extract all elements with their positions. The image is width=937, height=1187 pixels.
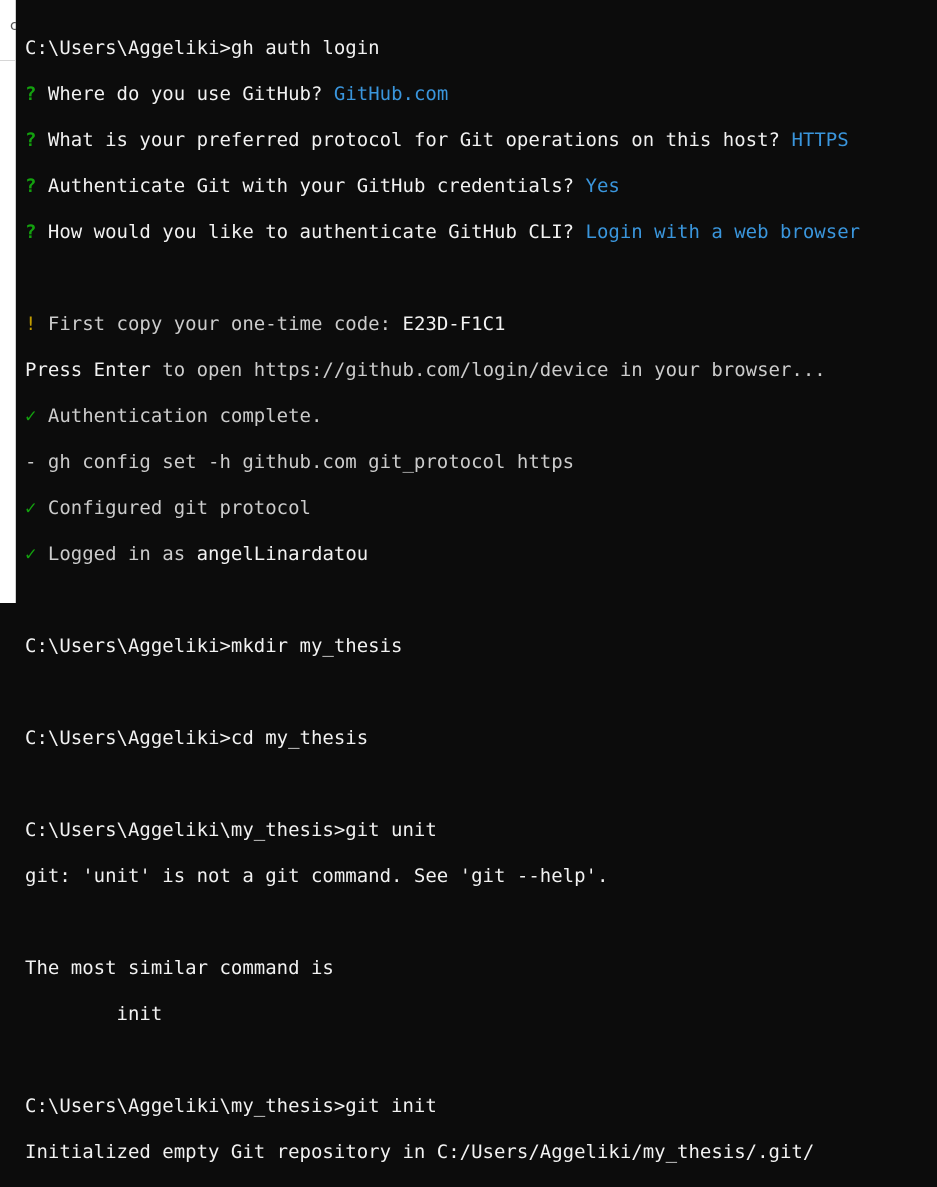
terminal-output[interactable]: C:\Users\Aggeliki>gh auth login ? Where …	[16, 0, 937, 1163]
terminal-line: ? What is your preferred protocol for Gi…	[25, 129, 937, 152]
one-time-code-label: First copy your one-time code:	[36, 313, 403, 335]
answer-text: HTTPS	[791, 129, 849, 151]
terminal-line: ✓ Configured git protocol	[25, 497, 937, 520]
terminal-line: ✓ Logged in as angelLinardatou	[25, 543, 937, 566]
question-mark-icon: ?	[25, 221, 37, 243]
terminal-line: ? How would you like to authenticate Git…	[25, 221, 937, 244]
suggested-command: init	[25, 1003, 163, 1025]
username: angelLinardatou	[196, 543, 369, 565]
checkmark-icon: ✓	[25, 543, 37, 565]
status-text: Logged in as	[36, 543, 197, 565]
error-text: git: 'unit' is not a git command. See 'g…	[25, 865, 609, 887]
question-text: How would you like to authenticate GitHu…	[36, 221, 586, 243]
status-text: Configured git protocol	[36, 497, 311, 519]
question-mark-icon: ?	[25, 175, 37, 197]
terminal-line: C:\Users\Aggeliki>mkdir my_thesis	[25, 635, 937, 658]
question-text: Authenticate Git with your GitHub creden…	[36, 175, 586, 197]
terminal-line: ? Where do you use GitHub? GitHub.com	[25, 83, 937, 106]
command-prompt: C:\Users\Aggeliki>mkdir my_thesis	[25, 635, 403, 657]
terminal-line: ✓ Authentication complete.	[25, 405, 937, 428]
terminal-line: C:\Users\Aggeliki\my_thesis>git unit	[25, 819, 937, 842]
question-text: What is your preferred protocol for Git …	[36, 129, 792, 151]
question-mark-icon: ?	[25, 129, 37, 151]
terminal-line: Initialized empty Git repository in C:/U…	[25, 1141, 937, 1164]
terminal-line: The most similar command is	[25, 957, 937, 980]
config-text: - gh config set -h github.com git_protoc…	[25, 451, 575, 473]
checkmark-icon: ✓	[25, 497, 37, 519]
output-text: Initialized empty Git repository in C:/U…	[25, 1141, 815, 1163]
command-prompt: C:\Users\Aggeliki\my_thesis>git init	[25, 1095, 437, 1117]
question-text: Where do you use GitHub?	[36, 83, 334, 105]
exclamation-icon: !	[25, 313, 37, 335]
background-window-fragment: c	[0, 0, 18, 61]
answer-text: Yes	[585, 175, 620, 197]
terminal-line: C:\Users\Aggeliki\my_thesis>git init	[25, 1095, 937, 1118]
question-mark-icon: ?	[25, 83, 37, 105]
suggestion-text: The most similar command is	[25, 957, 334, 979]
press-enter-text: Press Enter	[25, 359, 151, 381]
background-window-edge: c	[0, 0, 18, 603]
one-time-code: E23D-F1C1	[402, 313, 506, 335]
answer-text: Login with a web browser	[585, 221, 861, 243]
command-prompt: C:\Users\Aggeliki>gh auth login	[25, 37, 380, 59]
terminal-line: init	[25, 1003, 937, 1026]
terminal-line: ? Authenticate Git with your GitHub cred…	[25, 175, 937, 198]
status-text: Authentication complete.	[36, 405, 323, 427]
terminal-line: git: 'unit' is not a git command. See 'g…	[25, 865, 937, 888]
command-prompt: C:\Users\Aggeliki\my_thesis>git unit	[25, 819, 437, 841]
terminal-line: ! First copy your one-time code: E23D-F1…	[25, 313, 937, 336]
terminal-line: C:\Users\Aggeliki>gh auth login	[25, 37, 937, 60]
terminal-line: Press Enter to open https://github.com/l…	[25, 359, 937, 382]
browser-instruction: to open https://github.com/login/device …	[150, 359, 826, 381]
checkmark-icon: ✓	[25, 405, 37, 427]
terminal-line: C:\Users\Aggeliki>cd my_thesis	[25, 727, 937, 750]
command-prompt: C:\Users\Aggeliki>cd my_thesis	[25, 727, 369, 749]
terminal-line: - gh config set -h github.com git_protoc…	[25, 451, 937, 474]
answer-text: GitHub.com	[333, 83, 449, 105]
